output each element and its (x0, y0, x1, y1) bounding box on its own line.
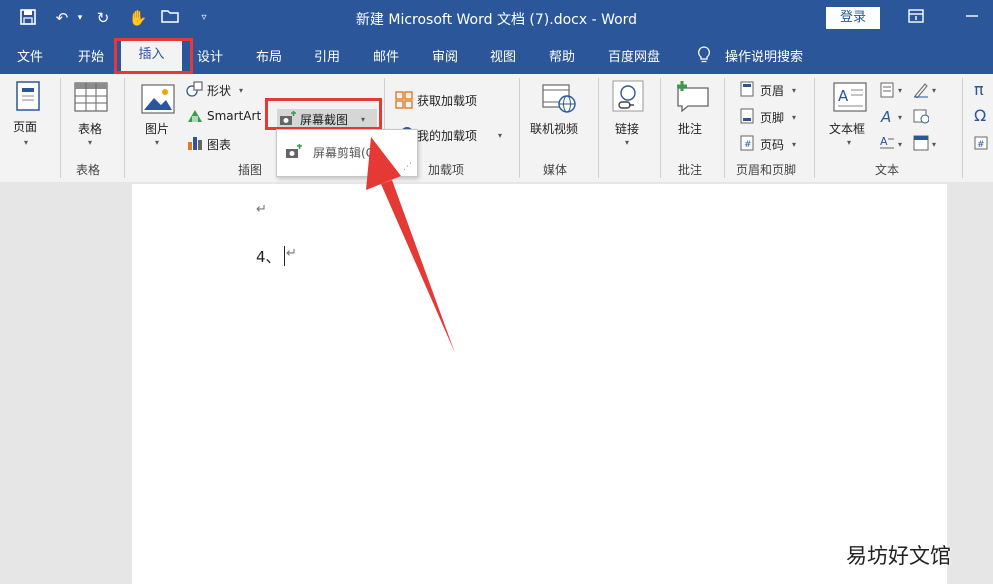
watermark: 易坊好文馆 (846, 544, 951, 568)
annotation-arrow (366, 137, 455, 353)
